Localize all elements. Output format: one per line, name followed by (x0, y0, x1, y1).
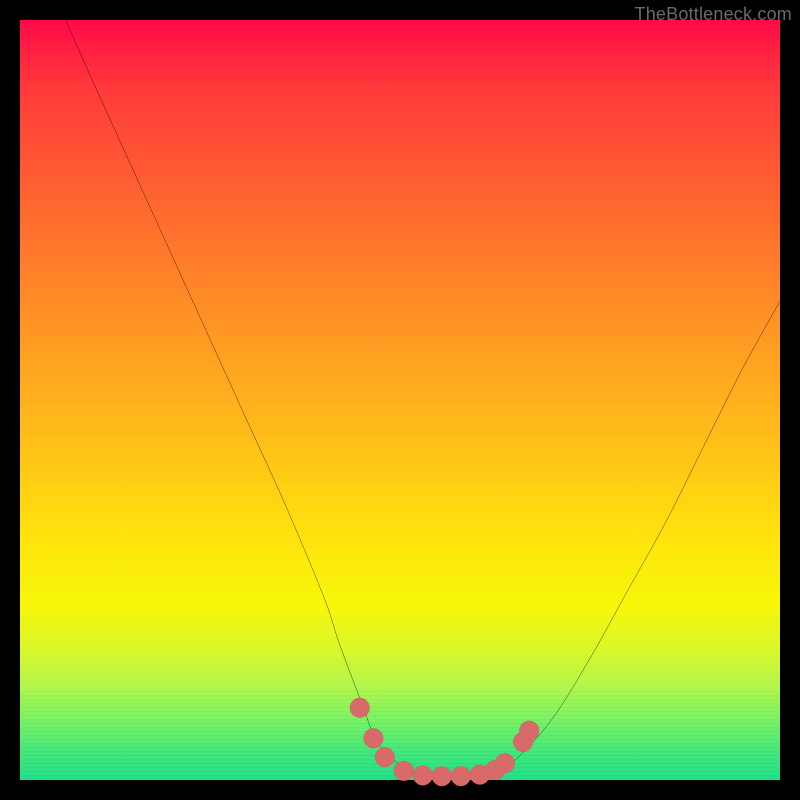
curve-markers (350, 698, 539, 786)
curve-marker (519, 721, 539, 741)
curve-marker (364, 728, 384, 748)
curve-marker (350, 698, 370, 718)
curve-marker (432, 766, 452, 786)
curve-marker (394, 761, 414, 781)
bottleneck-curve (66, 20, 780, 777)
plot-area (20, 20, 780, 780)
chart-stage: TheBottleneck.com (0, 0, 800, 800)
curve-marker (451, 766, 471, 786)
curve-layer (20, 20, 780, 780)
curve-marker (413, 766, 433, 786)
curve-marker (495, 753, 515, 773)
curve-marker (375, 747, 395, 767)
